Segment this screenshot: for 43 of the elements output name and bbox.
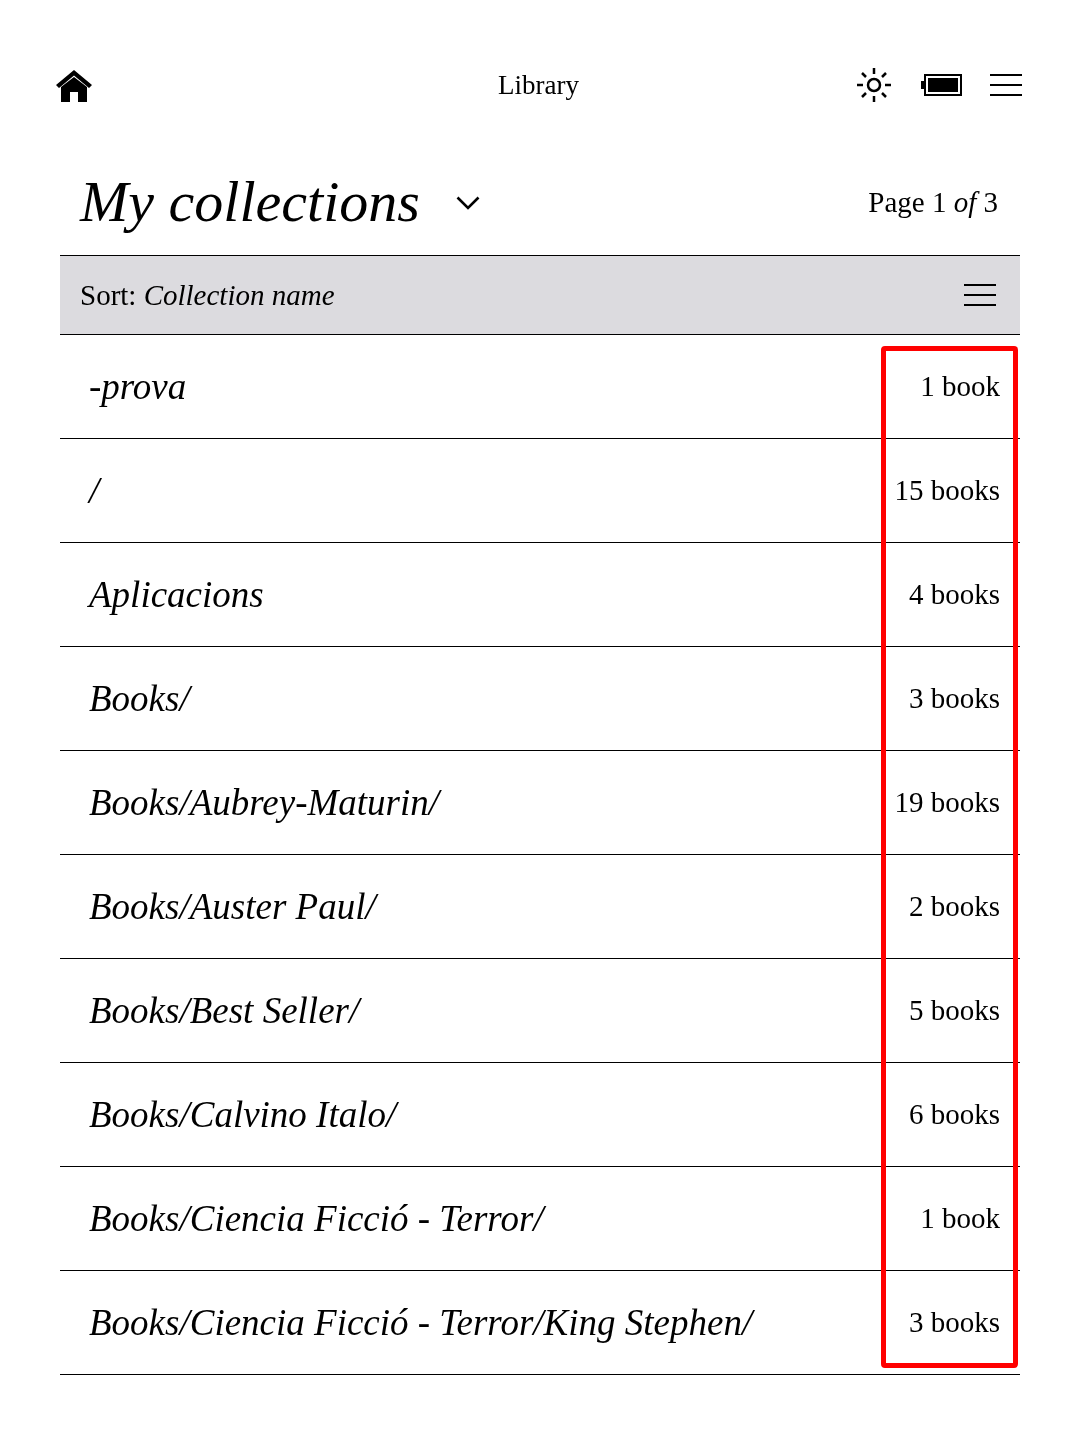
- collections-dropdown-button[interactable]: [455, 195, 480, 210]
- list-menu-icon: [964, 283, 996, 307]
- collection-name: Books/Aubrey-Maturin/: [89, 781, 440, 824]
- collection-row[interactable]: Books/Best Seller/ 5 books: [60, 959, 1020, 1063]
- page-indicator: Page 1 of 3: [868, 186, 998, 219]
- book-count: 3 books: [908, 1306, 1000, 1339]
- book-count: 2 books: [908, 890, 1000, 923]
- collection-name: /: [89, 469, 100, 512]
- brightness-button[interactable]: [856, 67, 892, 103]
- collection-name: -prova: [89, 365, 187, 408]
- collection-name: Aplicacions: [89, 573, 264, 616]
- book-count: 1 book: [920, 1202, 1000, 1235]
- book-count: 6 books: [908, 1098, 1000, 1131]
- collection-row[interactable]: / 15 books: [60, 439, 1020, 543]
- collection-row[interactable]: Books/Ciencia Ficció - Terror/King Stephen/ 3 books: [60, 1271, 1020, 1375]
- collection-row[interactable]: Books/Auster Paul/ 2 books: [60, 855, 1020, 959]
- collection-row[interactable]: Books/Aubrey-Maturin/ 19 books: [60, 751, 1020, 855]
- book-count: 19 books: [894, 786, 1000, 819]
- collection-row[interactable]: Aplicacions 4 books: [60, 543, 1020, 647]
- home-button[interactable]: [55, 68, 93, 102]
- collection-row[interactable]: Books/ 3 books: [60, 647, 1020, 751]
- book-count: 1 book: [920, 370, 1000, 403]
- sort-menu-button[interactable]: [964, 283, 996, 307]
- chevron-down-icon: [455, 195, 480, 210]
- home-icon: [55, 68, 93, 102]
- book-count: 5 books: [908, 994, 1000, 1027]
- menu-icon: [990, 73, 1022, 97]
- battery-icon: [920, 74, 962, 96]
- collection-row[interactable]: Books/Ciencia Ficció - Terror/ 1 book: [60, 1167, 1020, 1271]
- brightness-icon: [856, 67, 892, 103]
- book-count: 15 books: [894, 474, 1000, 507]
- book-count: 3 books: [908, 682, 1000, 715]
- collection-name: Books/Best Seller/: [89, 989, 360, 1032]
- window-title: Library: [498, 69, 579, 102]
- book-count: 4 books: [908, 578, 1000, 611]
- collection-row[interactable]: Books/Calvino Italo/ 6 books: [60, 1063, 1020, 1167]
- collection-name: Books/Calvino Italo/: [89, 1093, 397, 1136]
- collection-row[interactable]: -prova 1 book: [60, 335, 1020, 439]
- collection-name: Books/Ciencia Ficció - Terror/King Stephen/: [89, 1301, 753, 1344]
- sort-label[interactable]: Sort: Collection name: [80, 278, 335, 312]
- collection-name: Books/Ciencia Ficció - Terror/: [89, 1197, 544, 1240]
- page-heading: My collections: [80, 169, 420, 236]
- menu-button[interactable]: [990, 73, 1022, 97]
